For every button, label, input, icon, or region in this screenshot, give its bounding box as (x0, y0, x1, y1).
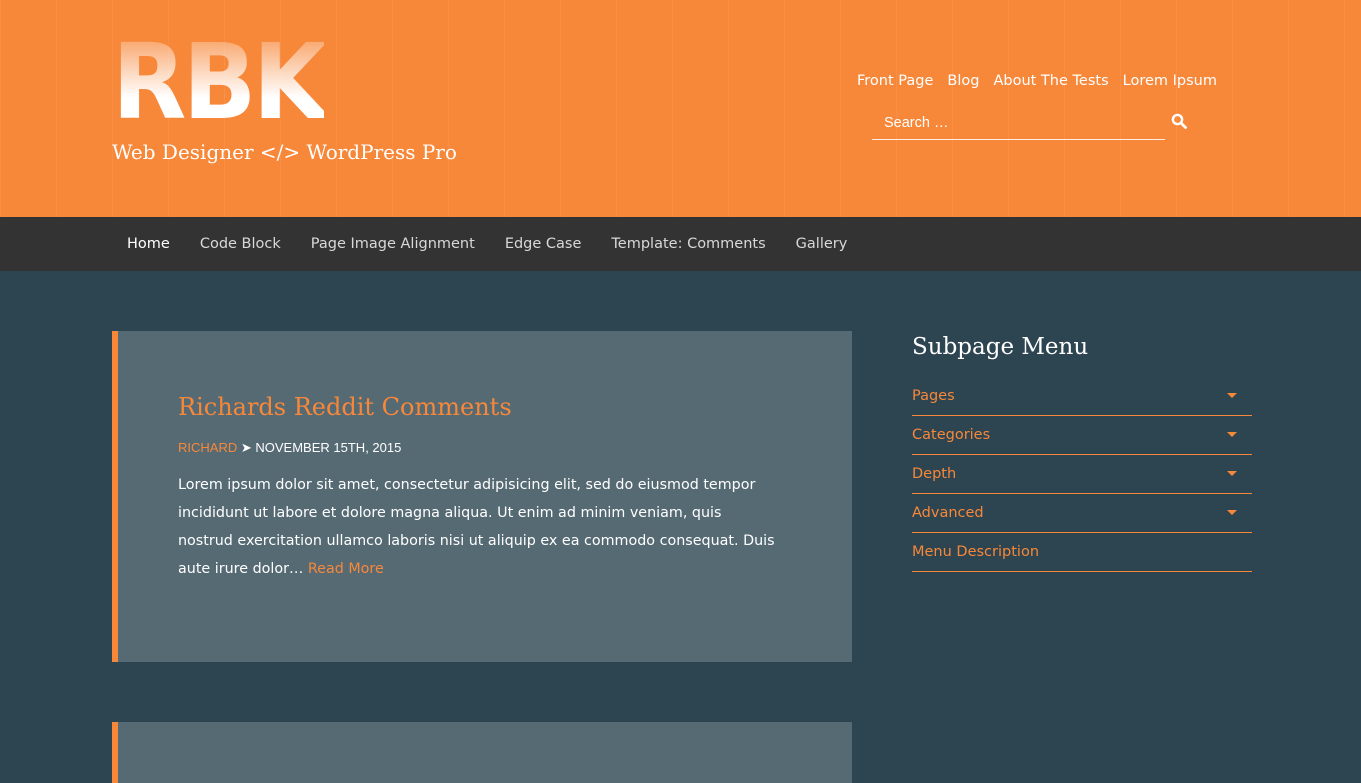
post-excerpt: Lorem ipsum dolor sit amet, consectetur … (178, 471, 778, 583)
subpage-menu-item-categories[interactable]: Categories (912, 416, 1252, 455)
post-title[interactable]: Richards Reddit Comments (178, 393, 512, 421)
caret-down-icon[interactable] (1227, 510, 1237, 515)
widget-title: Subpage Menu (912, 334, 1089, 360)
main-nav: Home Code Block Page Image Alignment Edg… (0, 217, 1361, 271)
main-nav-item-home[interactable]: Home (112, 217, 185, 271)
subpage-menu-item-pages[interactable]: Pages (912, 377, 1252, 416)
main-nav-item-code-block[interactable]: Code Block (185, 217, 296, 271)
top-nav-about-the-tests[interactable]: About The Tests (993, 73, 1108, 89)
search-icon (1171, 113, 1187, 129)
subpage-menu-item-menu-description[interactable]: Menu Description (912, 533, 1252, 572)
site-header: RBK Web Designer </> WordPress Pro Front… (0, 0, 1361, 217)
main-nav-item-gallery[interactable]: Gallery (781, 217, 863, 271)
subpage-menu-label: Advanced (912, 505, 984, 521)
search-button[interactable] (1169, 111, 1189, 133)
post-author[interactable]: RICHARD (178, 440, 237, 455)
top-nav-front-page[interactable]: Front Page (857, 73, 933, 89)
read-more-link[interactable]: Read More (308, 561, 384, 577)
post-date: NOVEMBER 15TH, 2015 (255, 440, 402, 455)
post-card (112, 722, 852, 783)
subpage-menu: Pages Categories Depth Advanced Menu Des… (912, 377, 1252, 572)
subpage-menu-item-advanced[interactable]: Advanced (912, 494, 1252, 533)
search-field (872, 106, 1165, 140)
top-nav: Front Page Blog About The Tests Lorem Ip… (857, 73, 1217, 89)
search-input[interactable] (872, 106, 1165, 139)
subpage-menu-label: Categories (912, 427, 991, 443)
post-excerpt-text: Lorem ipsum dolor sit amet, consectetur … (178, 477, 775, 577)
meta-separator-icon: ➤ (240, 440, 252, 455)
subpage-menu-label: Depth (912, 466, 957, 482)
main-nav-item-template-comments[interactable]: Template: Comments (596, 217, 780, 271)
top-nav-blog[interactable]: Blog (947, 73, 979, 89)
subpage-menu-item-depth[interactable]: Depth (912, 455, 1252, 494)
top-nav-lorem-ipsum[interactable]: Lorem Ipsum (1123, 73, 1217, 89)
post-card: Richards Reddit Comments RICHARD ➤ NOVEM… (112, 331, 852, 662)
subpage-menu-label: Menu Description (912, 544, 1040, 560)
site-tagline: Web Designer </> WordPress Pro (112, 140, 457, 164)
caret-down-icon[interactable] (1227, 432, 1237, 437)
main-nav-item-page-image-alignment[interactable]: Page Image Alignment (296, 217, 490, 271)
subpage-menu-label: Pages (912, 388, 955, 404)
post-meta: RICHARD ➤ NOVEMBER 15TH, 2015 (178, 440, 401, 456)
caret-down-icon[interactable] (1227, 393, 1237, 398)
main-nav-item-edge-case[interactable]: Edge Case (490, 217, 597, 271)
caret-down-icon[interactable] (1227, 471, 1237, 476)
site-logo[interactable]: RBK (112, 30, 328, 134)
